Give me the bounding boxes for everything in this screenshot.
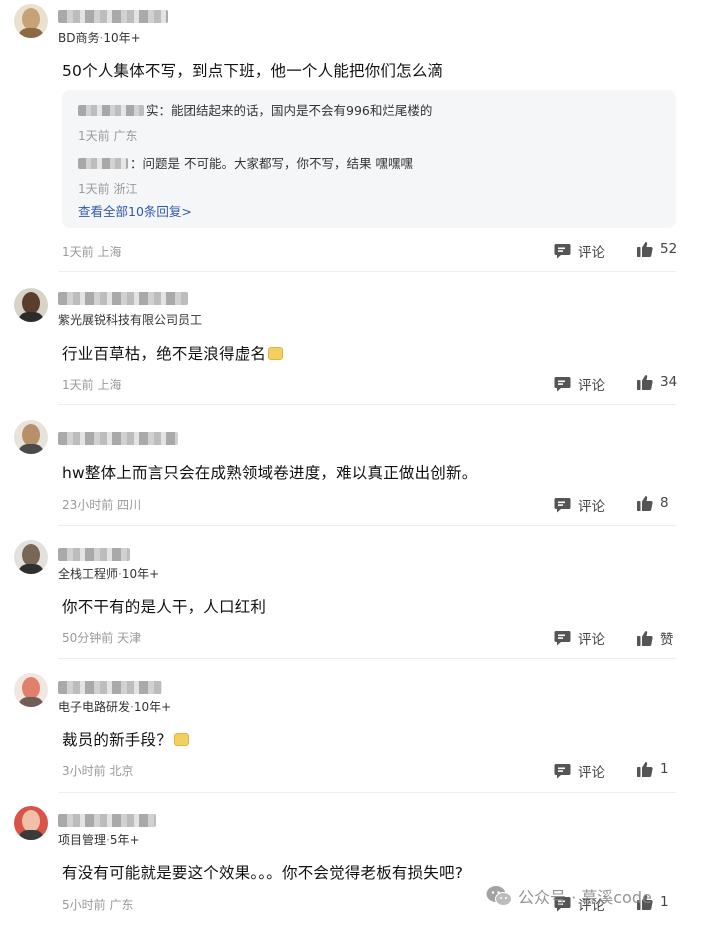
thumbs-up-icon: [637, 631, 653, 646]
comment-icon: [554, 764, 571, 779]
username-blurred[interactable]: [58, 814, 156, 827]
comment-button[interactable]: 评论: [554, 241, 605, 261]
user-role: 全栈工程师·10年+: [58, 567, 160, 581]
comment-icon: [554, 631, 571, 646]
comment-meta: 50分钟前 天津: [62, 631, 142, 645]
comment-item: 电子电路研发·10年+ 裁员的新手段？ 3小时前 北京 评论 1: [0, 671, 708, 793]
comment-text: hw整体上而言只会在成熟领域卷进度，难以真正做出创新。: [62, 464, 478, 482]
like-button[interactable]: 34: [637, 374, 677, 390]
comment-button[interactable]: 评论: [554, 761, 605, 781]
comment-button[interactable]: 评论: [554, 628, 605, 648]
comment-text: 裁员的新手段？: [62, 728, 189, 750]
comment-button[interactable]: 评论: [554, 374, 605, 394]
user-role: 项目管理·5年+: [58, 833, 140, 847]
divider: [58, 525, 676, 526]
divider: [58, 792, 676, 793]
comment-item: BD商务·10年+ 50个人集体不写，到点下班，他一个人能把你们怎么滴 实：能团…: [0, 0, 708, 272]
reply-item[interactable]: ：问题是 不可能。大家都写，你不写，结果 嘿嘿嘿: [78, 153, 413, 172]
comment-icon: [554, 244, 571, 259]
emoji-icon: [173, 733, 189, 746]
comment-icon: [554, 498, 571, 513]
avatar[interactable]: [14, 420, 48, 454]
comment-button[interactable]: 评论: [554, 495, 605, 515]
reply-item[interactable]: 实：能团结起来的话，国内是不会有996和烂尾楼的: [78, 100, 432, 119]
comment-meta: 1天前 上海: [62, 378, 122, 392]
emoji-icon: [268, 347, 284, 360]
comment-meta: 3小时前 北京: [62, 764, 134, 778]
comment-icon: [554, 377, 571, 392]
avatar[interactable]: [14, 806, 48, 840]
like-button[interactable]: 赞: [637, 628, 674, 648]
user-role: 电子电路研发·10年+: [58, 700, 172, 714]
thumbs-up-icon: [637, 242, 653, 257]
comment-text: 50个人集体不写，到点下班，他一个人能把你们怎么滴: [62, 62, 444, 80]
user-role: 紫光展锐科技有限公司员工: [58, 313, 203, 327]
divider: [58, 658, 676, 659]
user-role: BD商务·10年+: [58, 31, 141, 45]
comment-meta: 23小时前 四川: [62, 498, 142, 512]
comment-item: 紫光展锐科技有限公司员工 行业百草枯，绝不是浪得虚名 1天前 上海 评论 34: [0, 284, 708, 405]
thumbs-up-icon: [637, 496, 653, 511]
username-blurred[interactable]: [58, 10, 168, 23]
username-blurred[interactable]: [58, 292, 188, 305]
reply-list: 实：能团结起来的话，国内是不会有996和烂尾楼的 1天前 广东 ：问题是 不可能…: [62, 90, 676, 228]
comment-item: hw整体上而言只会在成熟领域卷进度，难以真正做出创新。 23小时前 四川 评论 …: [0, 418, 708, 526]
avatar[interactable]: [14, 4, 48, 38]
username-blurred[interactable]: [58, 432, 178, 445]
divider: [58, 404, 676, 405]
view-all-replies-link[interactable]: 查看全部10条回复>: [78, 201, 192, 220]
like-button[interactable]: 8: [637, 495, 669, 511]
reply-meta: 1天前 广东: [78, 129, 138, 143]
like-button[interactable]: 52: [637, 241, 677, 257]
username-blurred[interactable]: [58, 681, 162, 694]
wechat-icon: [486, 886, 512, 906]
username-blurred[interactable]: [58, 548, 130, 561]
avatar[interactable]: [14, 540, 48, 574]
thumbs-up-icon: [637, 375, 653, 390]
reply-username-blurred: [78, 158, 128, 169]
reply-meta: 1天前 浙江: [78, 182, 138, 196]
comment-item: 全栈工程师·10年+ 你不干有的是人干，人口红利 50分钟前 天津 评论 赞: [0, 538, 708, 659]
comment-text: 行业百草枯，绝不是浪得虚名: [62, 342, 284, 364]
like-button[interactable]: 1: [637, 761, 669, 777]
avatar[interactable]: [14, 288, 48, 322]
reply-username-blurred: [78, 105, 144, 116]
watermark: 公众号 · 慕溪code: [486, 884, 652, 908]
comment-meta: 5小时前 广东: [62, 898, 134, 912]
comment-text: 有没有可能就是要这个效果。。。你不会觉得老板有损失吧?: [62, 864, 464, 882]
thumbs-up-icon: [637, 762, 653, 777]
comment-text: 你不干有的是人干，人口红利: [62, 598, 267, 616]
comment-meta: 1天前 上海: [62, 245, 122, 259]
avatar[interactable]: [14, 673, 48, 707]
divider: [58, 271, 676, 272]
